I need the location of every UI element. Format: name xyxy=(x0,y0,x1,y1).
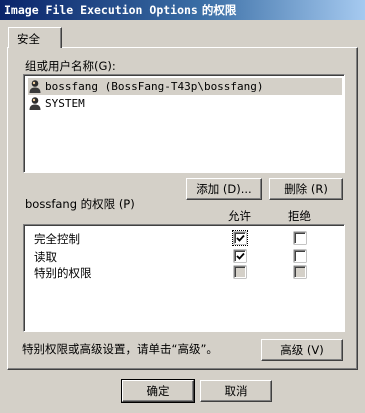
ok-button[interactable]: 确定 xyxy=(121,379,195,403)
user-name: SYSTEM xyxy=(45,97,85,110)
user-icon xyxy=(29,80,41,93)
allow-header: 允许 xyxy=(228,209,251,223)
users-listbox[interactable]: bossfang (BossFang-T43p\bossfang) SYSTEM xyxy=(23,74,345,173)
tab-security[interactable]: 安全 xyxy=(8,27,62,48)
ok-button-label: 确定 xyxy=(146,384,170,398)
cancel-button[interactable]: 取消 xyxy=(200,380,272,402)
users-label: 组或用户名称(G): xyxy=(25,58,116,74)
window-title-suffix: 的权限 xyxy=(197,3,237,17)
user-icon xyxy=(29,97,41,110)
deny-full-control-checkbox[interactable] xyxy=(294,232,306,244)
list-item-user-system[interactable]: SYSTEM xyxy=(28,95,89,112)
allow-read-checkbox[interactable] xyxy=(234,250,246,262)
list-item-user-bossfang[interactable]: bossfang (BossFang-T43p\bossfang) xyxy=(28,78,342,95)
deny-header: 拒绝 xyxy=(288,209,311,223)
advanced-hint: 特别权限或高级设置，请单击“高级”。 xyxy=(22,342,218,356)
permissions-label: bossfang 的权限 (P) xyxy=(25,197,135,211)
checkmark-icon xyxy=(236,234,245,242)
window-titlebar: Image File Execution Options 的权限 xyxy=(0,0,365,20)
cancel-button-label: 取消 xyxy=(224,384,248,398)
add-button-label: 添加 (D)... xyxy=(196,182,252,196)
remove-button[interactable]: 删除 (R) xyxy=(269,178,343,200)
window-title: Image File Execution Options xyxy=(4,3,198,17)
remove-button-label: 删除 (R) xyxy=(284,182,328,196)
advanced-button-label: 高级 (V) xyxy=(280,343,324,357)
deny-special-checkbox[interactable] xyxy=(294,266,306,278)
allow-full-control-checkbox[interactable] xyxy=(232,230,248,246)
user-name: bossfang (BossFang-T43p\bossfang) xyxy=(45,80,264,93)
advanced-button[interactable]: 高级 (V) xyxy=(261,339,343,361)
tab-security-label: 安全 xyxy=(17,32,40,46)
deny-read-checkbox[interactable] xyxy=(294,250,306,262)
permission-name: 特别的权限 xyxy=(34,266,92,280)
permission-name: 完全控制 xyxy=(34,232,80,246)
checkmark-icon xyxy=(236,252,245,260)
users-label-text: 组或用户名称 xyxy=(25,59,94,73)
allow-special-checkbox[interactable] xyxy=(234,266,246,278)
add-button[interactable]: 添加 (D)... xyxy=(186,178,262,200)
permissions-list: 完全控制 读取 特别的权限 xyxy=(23,224,345,332)
permission-name: 读取 xyxy=(34,250,57,264)
users-label-accel: (G): xyxy=(94,59,116,73)
